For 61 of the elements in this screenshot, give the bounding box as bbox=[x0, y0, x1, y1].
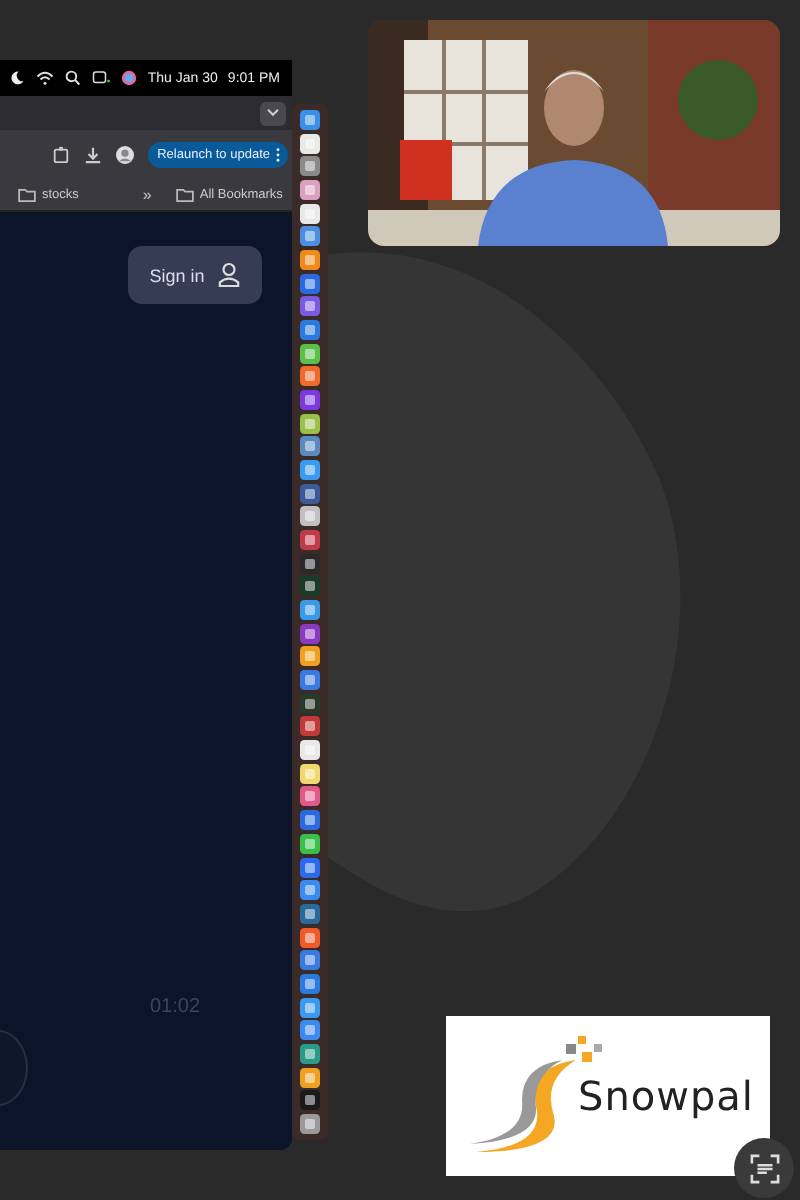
app-icon[interactable] bbox=[300, 927, 320, 948]
app-icon[interactable] bbox=[300, 250, 320, 271]
app-icon[interactable] bbox=[300, 950, 320, 971]
app-icon[interactable] bbox=[300, 133, 320, 154]
app-icon[interactable] bbox=[300, 366, 320, 387]
app-icon[interactable] bbox=[300, 296, 320, 317]
app-icon[interactable] bbox=[300, 903, 320, 924]
app-icon[interactable] bbox=[300, 716, 320, 737]
folder-icon bbox=[175, 188, 194, 202]
app-icon[interactable] bbox=[300, 320, 320, 341]
extension-icon[interactable] bbox=[51, 146, 70, 164]
app-icon[interactable] bbox=[300, 857, 320, 877]
app-icon[interactable] bbox=[300, 1043, 320, 1064]
sign-in-button[interactable]: Sign in bbox=[128, 246, 262, 304]
app-icon[interactable] bbox=[300, 436, 320, 457]
player-time: 01:02 bbox=[150, 996, 201, 1018]
wifi-icon[interactable] bbox=[35, 70, 54, 86]
app-icon[interactable] bbox=[300, 530, 320, 551]
folder-icon bbox=[18, 188, 36, 202]
screen-capture-icon bbox=[749, 1153, 779, 1183]
app-icon[interactable] bbox=[300, 156, 320, 177]
app-icon[interactable] bbox=[300, 810, 320, 831]
app-icon[interactable] bbox=[300, 973, 320, 994]
app-icon[interactable] bbox=[300, 670, 320, 691]
tab-search-button[interactable] bbox=[260, 101, 286, 125]
app-icon[interactable] bbox=[300, 1090, 320, 1111]
app-icon[interactable] bbox=[300, 693, 320, 714]
app-icon[interactable] bbox=[300, 880, 320, 901]
moon-icon[interactable] bbox=[7, 70, 26, 86]
chevron-down-icon bbox=[266, 108, 280, 118]
download-icon[interactable] bbox=[83, 146, 102, 164]
app-icon[interactable] bbox=[300, 343, 320, 364]
app-icon[interactable] bbox=[300, 763, 320, 784]
app-icon[interactable] bbox=[300, 506, 320, 527]
app-icon[interactable] bbox=[300, 1113, 320, 1134]
app-icon[interactable] bbox=[300, 483, 320, 504]
app-icon[interactable] bbox=[300, 623, 320, 644]
app-icon[interactable] bbox=[300, 1067, 320, 1088]
search-icon[interactable] bbox=[63, 70, 82, 86]
more-bookmarks-button[interactable]: » bbox=[142, 186, 152, 204]
avatar-icon[interactable] bbox=[115, 146, 134, 164]
siri-icon[interactable] bbox=[119, 70, 138, 86]
app-icon[interactable] bbox=[300, 740, 320, 761]
screen-capture-button[interactable] bbox=[734, 1138, 794, 1198]
app-icon[interactable] bbox=[300, 786, 320, 807]
app-icon[interactable] bbox=[300, 460, 320, 481]
app-icon[interactable] bbox=[300, 833, 320, 854]
app-icon[interactable] bbox=[300, 1020, 320, 1041]
logo-text: Snowpal bbox=[578, 1072, 754, 1120]
app-icon[interactable] bbox=[300, 413, 320, 434]
app-icon[interactable] bbox=[300, 110, 320, 130]
app-icon[interactable] bbox=[300, 646, 320, 667]
user-icon bbox=[218, 262, 241, 288]
app-icon[interactable] bbox=[300, 390, 320, 411]
app-icon[interactable] bbox=[300, 226, 320, 247]
app-icon[interactable] bbox=[300, 273, 320, 294]
app-icon[interactable] bbox=[300, 600, 320, 621]
control-center-icon[interactable] bbox=[91, 70, 110, 86]
app-icon[interactable] bbox=[300, 997, 320, 1018]
app-icon[interactable] bbox=[300, 203, 320, 224]
app-icon[interactable] bbox=[300, 180, 320, 201]
